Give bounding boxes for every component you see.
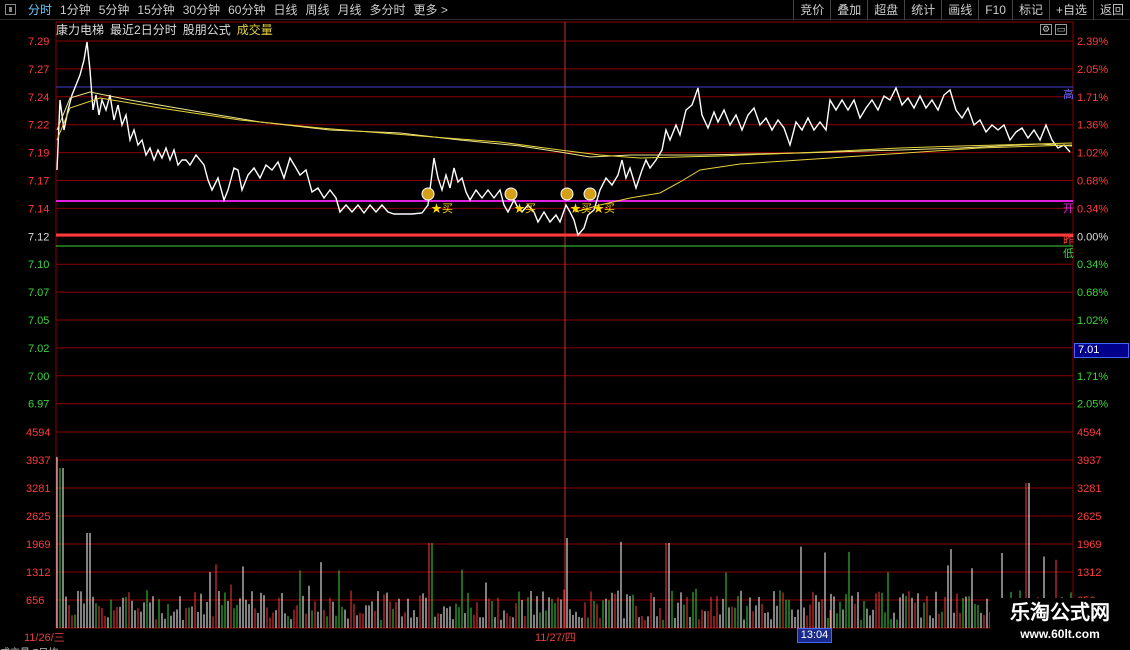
date-label-day2: 11/27/四 [535, 632, 576, 644]
price-tick-label: 7.10 [28, 259, 49, 271]
volume-tick-label: 3281 [26, 483, 50, 495]
formula-label[interactable]: 股朋公式 [183, 21, 231, 39]
panel-buttons: ⚙ ▭ [1040, 24, 1067, 35]
money-bag-icon [421, 187, 435, 201]
pct-tick-label: 0.00% [1077, 231, 1108, 243]
settings-icon[interactable]: ⚙ [1040, 24, 1052, 35]
money-bag-icon [560, 187, 574, 201]
toolbar-action-button[interactable]: 竞价 [793, 0, 830, 20]
date-label-day1: 11/26/三 [24, 632, 65, 644]
price-tick-label: 7.27 [28, 64, 49, 76]
pct-tick-label: 0.68% [1077, 176, 1108, 188]
period-tab[interactable]: 月线 [334, 0, 366, 20]
price-tick-label: 7.02 [28, 343, 49, 355]
pct-tick-label: 2.39% [1077, 36, 1108, 48]
pct-tick-label: 0.34% [1077, 203, 1108, 215]
money-bag-icon [583, 187, 597, 201]
maximize-icon[interactable]: ▭ [1055, 24, 1067, 35]
price-tick-label: 7.12 [28, 231, 49, 243]
period-tab[interactable]: 分时 [24, 0, 56, 20]
volume-label[interactable]: 成交量 [237, 21, 273, 39]
period-tab[interactable]: 30分钟 [179, 0, 224, 20]
watermark-title: 乐淘公式网 [1010, 600, 1110, 624]
buy-signal-label: ★买 [593, 202, 615, 215]
period-tab[interactable]: 更多 > [410, 0, 452, 20]
cursor-time-tag: 13:04 [797, 628, 832, 643]
volume-tick-label: 1312 [1077, 567, 1101, 579]
toolbar-action-button[interactable]: 叠加 [830, 0, 867, 20]
pct-tick-label: 2.05% [1077, 64, 1108, 76]
volume-tick-label: 656 [26, 595, 44, 607]
pct-tick-label: 1.36% [1077, 120, 1108, 132]
period-tab[interactable]: 周线 [301, 0, 333, 20]
price-tick-label: 7.19 [28, 148, 49, 160]
price-tick-label: 7.29 [28, 36, 49, 48]
open-marker: 开 [1063, 203, 1074, 215]
volume-tick-label: 1969 [26, 539, 50, 551]
intraday-chart[interactable]: 7.29 2.39% 7.27 2.05% 7.24 1.71% 7.22 1.36% 7.19… [0, 0, 1130, 650]
buy-signal-label: ★买 [514, 202, 536, 215]
toolbar-action-button[interactable]: +自选 [1048, 0, 1093, 20]
volume-tick-label: 2625 [1077, 511, 1101, 523]
pct-tick-label: 0.68% [1077, 287, 1108, 299]
volume-tick-label: 1969 [1077, 539, 1101, 551]
price-tick-label: 7.07 [28, 287, 49, 299]
toolbar-action-button[interactable]: 画线 [941, 0, 978, 20]
window-icon[interactable] [5, 4, 16, 15]
price-tick-label: 7.05 [28, 315, 49, 327]
low-marker: 低 [1063, 247, 1074, 260]
period-tab[interactable]: 5分钟 [95, 0, 134, 20]
period-tabs: 分时 1分钟 5分钟 15分钟 30分钟 60分钟 日线 周线 月线 多分时 更多 > [24, 0, 452, 20]
info-bar: 康力电梯 最近2日分时 股朋公式 成交量 [56, 21, 273, 39]
volume-tick-label: 4594 [1077, 427, 1101, 439]
price-tick-label: 7.22 [28, 120, 49, 132]
period-tab[interactable]: 多分时 [366, 0, 410, 20]
price-tick-label: 7.17 [28, 176, 49, 188]
watermark-url: www.60lt.com [1020, 627, 1100, 641]
price-tick-label: 6.97 [28, 399, 49, 411]
high-marker: 高 [1063, 87, 1074, 101]
price-line [56, 41, 1071, 237]
cursor-price-tag: 7.01 [1074, 343, 1129, 358]
period-tab[interactable]: 15分钟 [133, 0, 178, 20]
volume-tick-label: 3937 [26, 455, 50, 467]
volume-tick-label: 4594 [26, 427, 50, 439]
toolbar-action-button[interactable]: 返回 [1092, 0, 1130, 20]
toolbar-action-button[interactable]: 统计 [904, 0, 941, 20]
volume-tick-label: 3281 [1077, 483, 1101, 495]
money-bag-icon [504, 187, 518, 201]
pct-tick-label: 0.34% [1077, 259, 1108, 271]
prev-close-marker: 昨 [1063, 234, 1074, 247]
action-buttons: 竞价 叠加 超盘 统计 画线 F10 标记 +自选 返回 [793, 0, 1130, 20]
footer-text: 成交量 7日均 ... [0, 644, 200, 650]
price-tick-label: 7.24 [28, 92, 49, 104]
period-tab[interactable]: 60分钟 [224, 0, 269, 20]
top-toolbar: 分时 1分钟 5分钟 15分钟 30分钟 60分钟 日线 周线 月线 多分时 更多 > 竞价 叠加 超盘… [0, 0, 1130, 20]
toolbar-action-button[interactable]: 标记 [1011, 0, 1049, 20]
volume-tick-label: 2625 [26, 511, 50, 523]
pct-tick-label: 1.02% [1077, 148, 1108, 160]
price-tick-label: 7.14 [28, 203, 49, 215]
volume-tick-label: 3937 [1077, 455, 1101, 467]
buy-signal-label: ★买 [431, 202, 453, 215]
toolbar-action-button[interactable]: F10 [978, 0, 1012, 20]
toolbar-action-button[interactable]: 超盘 [867, 0, 904, 20]
pct-tick-label: 1.71% [1077, 371, 1108, 383]
pct-tick-label: 1.02% [1077, 315, 1108, 327]
range-label[interactable]: 最近2日分时 [110, 21, 177, 39]
watermark: 乐淘公式网 www.60lt.com [990, 598, 1130, 650]
volume-tick-label: 1312 [26, 567, 50, 579]
price-tick-label: 7.00 [28, 371, 49, 383]
period-tab[interactable]: 1分钟 [56, 0, 95, 20]
stock-name: 康力电梯 [56, 23, 105, 37]
pct-tick-label: 1.71% [1077, 92, 1108, 104]
buy-signal-label: ★买 [570, 202, 592, 215]
pct-tick-label: 2.05% [1077, 399, 1108, 411]
period-tab[interactable]: 日线 [269, 0, 301, 20]
